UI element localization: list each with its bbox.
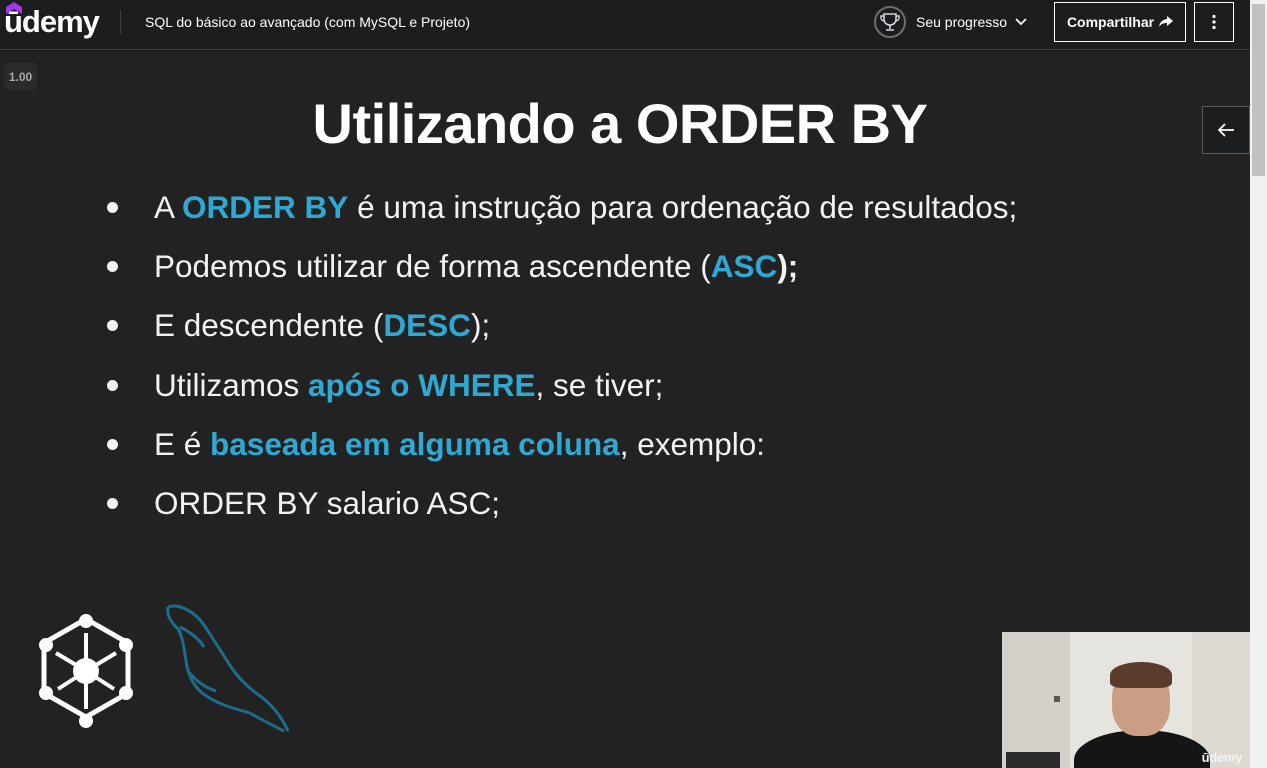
top-header: ūdemy SQL do básico ao avançado (com MyS… <box>0 0 1267 50</box>
udemy-logo-icon <box>6 2 22 14</box>
bullet-dot <box>107 438 118 450</box>
bullet-text: A <box>154 189 183 225</box>
bullet-dot <box>107 320 118 332</box>
playback-speed-badge[interactable]: 1.00 <box>4 63 37 90</box>
share-button[interactable]: Compartilhar <box>1054 2 1186 42</box>
slide-bullet: Podemos utilizar de forma ascendente (AS… <box>104 248 1017 307</box>
bullet-text: ); <box>470 307 491 344</box>
progress-dropdown[interactable]: Seu progresso <box>873 4 1027 40</box>
arrow-left-icon <box>1217 123 1234 137</box>
bullet-text: Podemos utilizar de forma ascendente ( <box>154 248 711 285</box>
chevron-down-icon <box>1015 18 1027 26</box>
bullet-highlight-text: ORDER BY <box>182 189 349 225</box>
progress-label: Seu progresso <box>916 14 1008 30</box>
more-options-button[interactable] <box>1194 2 1234 42</box>
bullet-highlight-text: baseada em alguma coluna <box>210 425 620 462</box>
bullet-text: , se tiver; <box>535 366 664 403</box>
share-arrow-icon <box>1159 16 1174 27</box>
sidebar-toggle-button[interactable] <box>1202 106 1250 154</box>
bullet-dot <box>107 379 118 391</box>
bullet-text: ORDER BY salario ASC; <box>154 484 501 521</box>
bullet-text: Utilizamos <box>154 366 309 403</box>
bullet-highlight-text: após o WHERE <box>308 366 536 403</box>
slide-bullet: E é baseada em alguma coluna, exemplo: <box>104 426 1017 485</box>
udemy-logo[interactable]: ūdemy <box>4 2 100 40</box>
mysql-dolphin-icon <box>166 604 290 733</box>
bullet-text: E é <box>154 425 211 462</box>
scrollbar-thumb[interactable] <box>1252 4 1265 176</box>
bullet-text: é uma instrução para ordenação de result… <box>348 189 1018 225</box>
webcam-furniture <box>1006 752 1060 768</box>
slide-bullet: Utilizamos após o WHERE, se tiver; <box>104 367 1017 426</box>
bullet-dot <box>107 497 118 509</box>
bullet-text: , exemplo: <box>619 425 766 462</box>
bullet-text: E descendente ( <box>154 307 384 344</box>
network-logo-icon <box>39 614 133 728</box>
header-divider <box>120 10 121 34</box>
webcam-door-handle <box>1054 696 1060 702</box>
instructor-hair <box>1110 662 1172 688</box>
trophy-icon <box>873 5 907 39</box>
bullet-dot <box>107 202 118 213</box>
video-player[interactable]: 1.00 Utilizando a ORDER BY A ORDER BY é … <box>0 51 1250 768</box>
bullet-dot <box>107 261 118 273</box>
slide-bullet-list: A ORDER BY é uma instrução para ordenaçã… <box>104 189 1017 544</box>
slide-bullet: A ORDER BY é uma instrução para ordenaçã… <box>104 189 1017 248</box>
slide-title: Utilizando a ORDER BY <box>312 92 928 155</box>
slide-bullet: E descendente (DESC); <box>104 307 1017 366</box>
instructor-webcam: ūdemy <box>1002 632 1250 768</box>
slide-bullet: ORDER BY salario ASC; <box>104 485 1017 544</box>
course-title[interactable]: SQL do básico ao avançado (com MySQL e P… <box>145 14 470 30</box>
webcam-udemy-watermark: ūdemy <box>1201 750 1243 765</box>
more-vertical-icon <box>1212 14 1216 30</box>
share-button-label: Compartilhar <box>1066 14 1155 30</box>
bullet-text: ); <box>777 248 799 285</box>
page-scrollbar[interactable] <box>1250 0 1267 768</box>
bullet-highlight-text: DESC <box>383 307 471 344</box>
bullet-highlight-text: ASC <box>710 248 778 285</box>
